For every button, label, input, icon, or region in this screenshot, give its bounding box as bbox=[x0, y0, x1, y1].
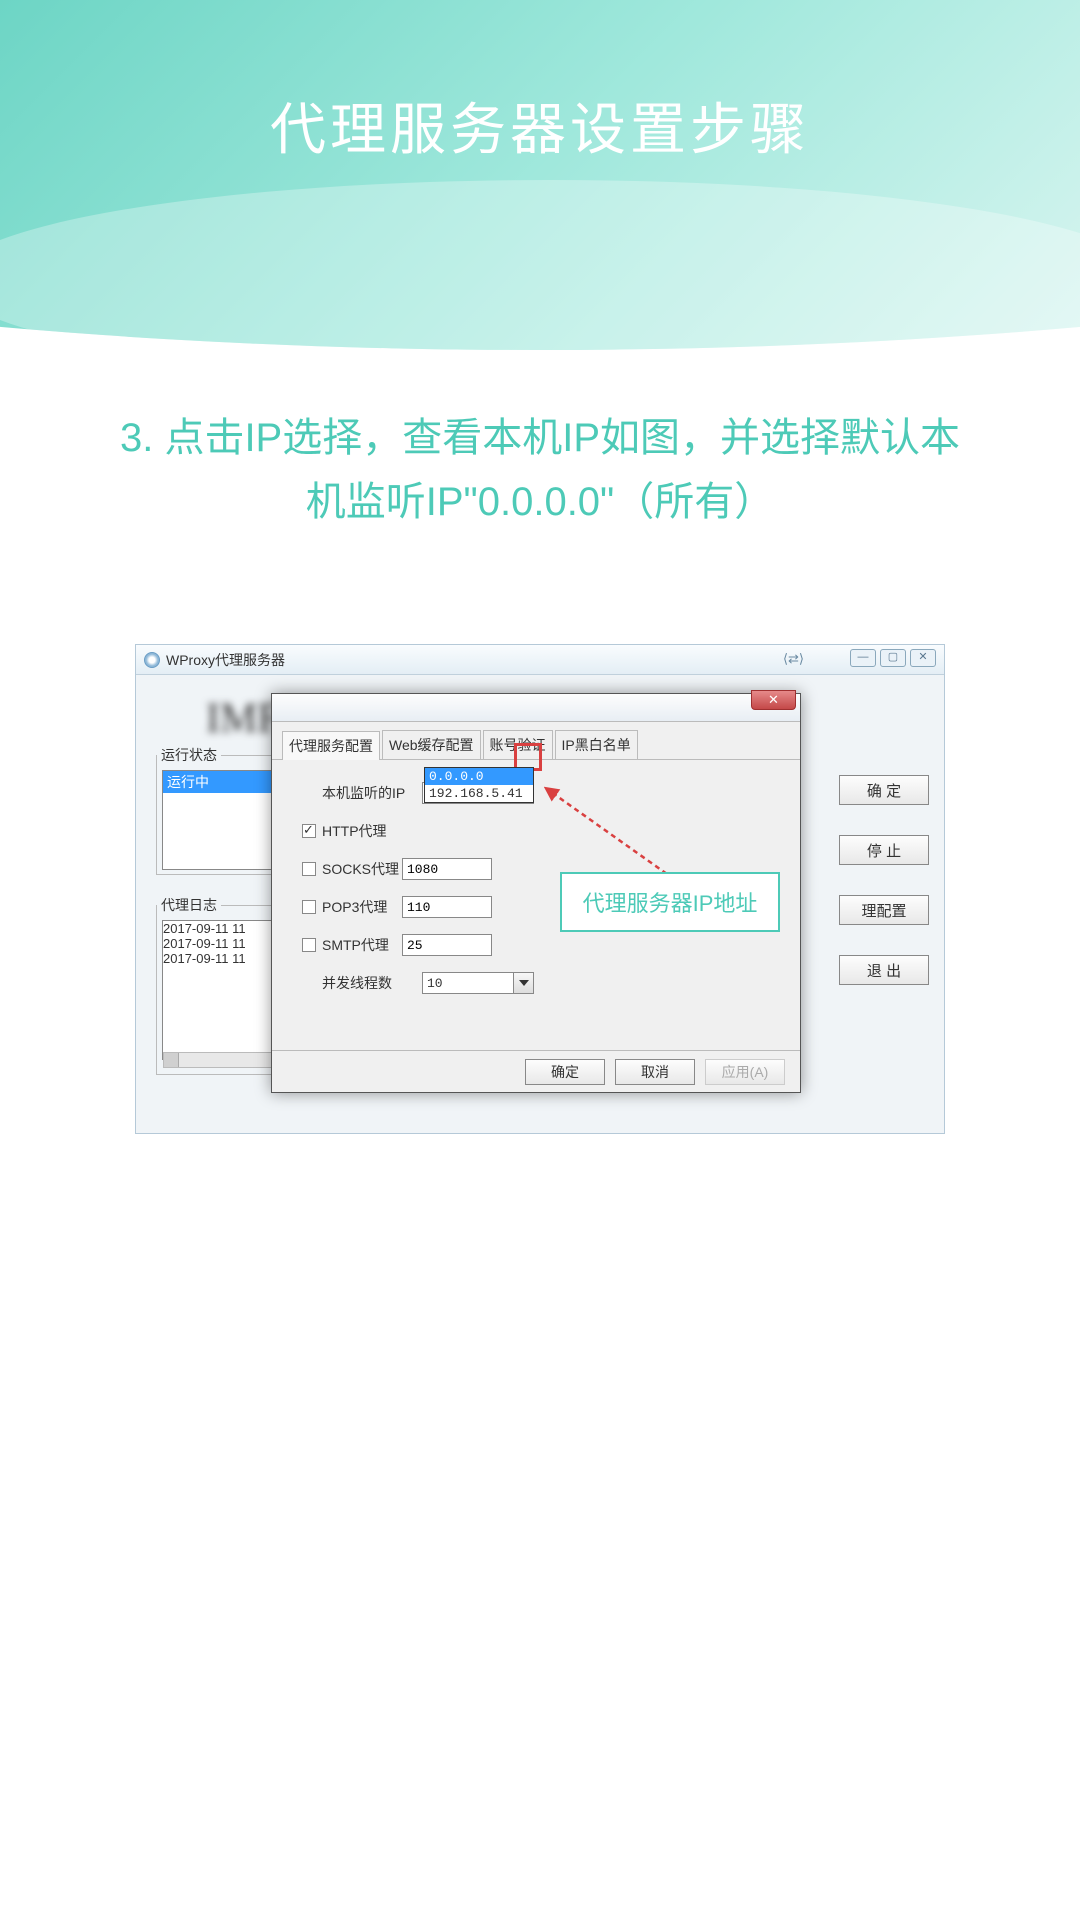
config-button[interactable]: 理配置 bbox=[839, 895, 929, 925]
toolbar-link-icon[interactable]: ⟨⇄⟩ bbox=[783, 651, 804, 667]
row-smtp-proxy: SMTP代理 bbox=[302, 932, 770, 958]
exit-button[interactable]: 退 出 bbox=[839, 955, 929, 985]
dialog-tabs: 代理服务配置 Web缓存配置 账号验证 IP黑白名单 bbox=[272, 722, 800, 760]
maximize-button[interactable]: ▢ bbox=[880, 649, 906, 667]
window-titlebar[interactable]: WProxy代理服务器 ⟨⇄⟩ — ▢ ✕ bbox=[136, 645, 944, 675]
dialog-cancel-button[interactable]: 取消 bbox=[615, 1059, 695, 1085]
http-checkbox[interactable] bbox=[302, 824, 316, 838]
status-fieldset: 运行状态 运行中 bbox=[156, 745, 286, 875]
app-icon bbox=[144, 652, 160, 668]
screenshot-wproxy-window: WProxy代理服务器 ⟨⇄⟩ — ▢ ✕ IMFirewall 运行状态 运行… bbox=[135, 644, 945, 1134]
row-http-proxy: HTTP代理 bbox=[302, 818, 770, 844]
socks-label: SOCKS代理 bbox=[322, 859, 402, 879]
log-entry: 2017-09-11 11 bbox=[163, 936, 279, 951]
tab-web-cache[interactable]: Web缓存配置 bbox=[382, 730, 481, 759]
dialog-close-button[interactable]: ✕ bbox=[751, 690, 796, 710]
pop3-checkbox[interactable] bbox=[302, 900, 316, 914]
side-button-panel: 确 定 停 止 理配置 退 出 bbox=[839, 775, 929, 985]
smtp-port-input[interactable] bbox=[402, 934, 492, 956]
threads-value: 10 bbox=[423, 976, 513, 991]
close-window-button[interactable]: ✕ bbox=[910, 649, 936, 667]
ip-option-all[interactable]: 0.0.0.0 bbox=[425, 768, 533, 785]
tab-proxy-config[interactable]: 代理服务配置 bbox=[282, 731, 380, 760]
dialog-footer: 确定 取消 应用(A) bbox=[272, 1050, 800, 1092]
ip-dropdown-list[interactable]: 0.0.0.0 192.168.5.41 bbox=[424, 767, 534, 803]
tab-account-auth[interactable]: 账号验证 bbox=[483, 730, 553, 759]
ok-button[interactable]: 确 定 bbox=[839, 775, 929, 805]
log-legend: 代理日志 bbox=[157, 895, 221, 915]
pop3-port-input[interactable] bbox=[402, 896, 492, 918]
threads-select[interactable]: 10 bbox=[422, 972, 534, 994]
status-item-running[interactable]: 运行中 bbox=[163, 771, 279, 793]
row-threads: 并发线程数 10 bbox=[302, 970, 770, 996]
page-title: 代理服务器设置步骤 bbox=[0, 0, 1080, 166]
settings-dialog: ✕ 代理服务配置 Web缓存配置 账号验证 IP黑白名单 本机监听的IP 0.0… bbox=[271, 693, 801, 1093]
log-fieldset: 代理日志 2017-09-11 11 2017-09-11 11 2017-09… bbox=[156, 895, 286, 1075]
status-legend: 运行状态 bbox=[157, 745, 221, 765]
row-listen-ip: 本机监听的IP 0.0.0.0 bbox=[302, 780, 770, 806]
callout-proxy-ip: 代理服务器IP地址 bbox=[560, 872, 780, 932]
dialog-apply-button: 应用(A) bbox=[705, 1059, 785, 1085]
dropdown-arrow-icon[interactable] bbox=[513, 973, 533, 993]
stop-button[interactable]: 停 止 bbox=[839, 835, 929, 865]
log-entry: 2017-09-11 11 bbox=[163, 951, 279, 966]
socks-checkbox[interactable] bbox=[302, 862, 316, 876]
smtp-label: SMTP代理 bbox=[322, 935, 402, 955]
dialog-ok-button[interactable]: 确定 bbox=[525, 1059, 605, 1085]
http-label: HTTP代理 bbox=[322, 821, 402, 841]
listen-ip-label: 本机监听的IP bbox=[322, 783, 422, 803]
dialog-titlebar[interactable]: ✕ bbox=[272, 694, 800, 722]
window-controls: — ▢ ✕ bbox=[850, 649, 936, 667]
pop3-label: POP3代理 bbox=[322, 897, 402, 917]
horizontal-scrollbar[interactable] bbox=[163, 1052, 279, 1068]
smtp-checkbox[interactable] bbox=[302, 938, 316, 952]
log-listbox[interactable]: 2017-09-11 11 2017-09-11 11 2017-09-11 1… bbox=[162, 920, 280, 1060]
scrollbar-thumb[interactable] bbox=[164, 1053, 179, 1067]
tab-ip-list[interactable]: IP黑白名单 bbox=[555, 730, 638, 759]
instruction-step-3: 3. 点击IP选择，查看本机IP如图，并选择默认本机监听IP"0.0.0.0"（… bbox=[0, 406, 1080, 534]
main-window-body: IMFirewall 运行状态 运行中 代理日志 2017-09-11 11 2… bbox=[136, 675, 944, 1133]
socks-port-input[interactable] bbox=[402, 858, 492, 880]
minimize-button[interactable]: — bbox=[850, 649, 876, 667]
log-entry: 2017-09-11 11 bbox=[163, 921, 279, 936]
ip-option-local[interactable]: 192.168.5.41 bbox=[425, 785, 533, 802]
threads-label: 并发线程数 bbox=[322, 973, 422, 993]
window-title: WProxy代理服务器 bbox=[166, 650, 285, 670]
status-listbox[interactable]: 运行中 bbox=[162, 770, 280, 870]
wave-decoration bbox=[0, 180, 1080, 380]
